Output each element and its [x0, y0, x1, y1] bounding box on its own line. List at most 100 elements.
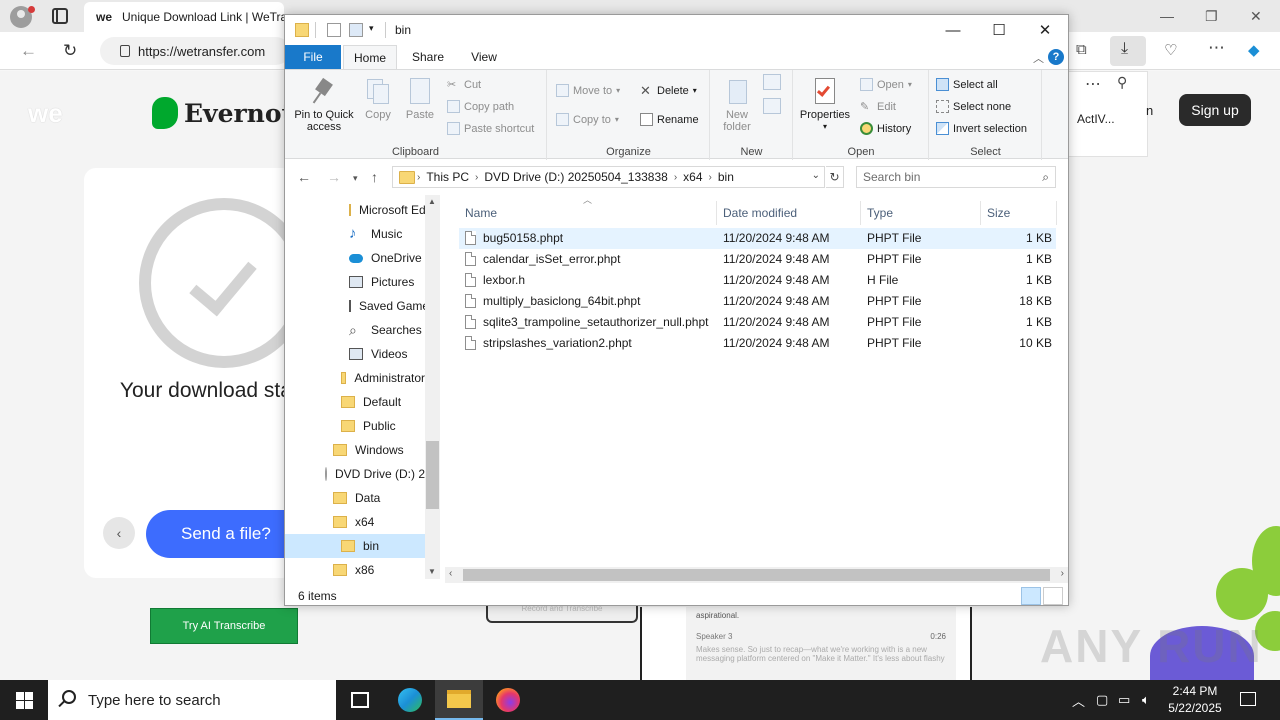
explorer-taskbar-button[interactable]	[435, 680, 483, 720]
collections-icon[interactable]: ⧉	[1076, 41, 1087, 58]
recent-locations-icon[interactable]: ▾	[353, 173, 358, 184]
nav-scroll-thumb[interactable]	[426, 441, 439, 509]
copy-path-button[interactable]: Copy path	[447, 100, 514, 113]
address-bar[interactable]: https://wetransfer.com	[100, 37, 290, 65]
browser-tab[interactable]: we Unique Download Link | WeTransfer	[84, 2, 284, 32]
browser-restore-icon[interactable]: ❐	[1205, 8, 1218, 25]
nav-item[interactable]: OneDrive	[285, 246, 425, 270]
open-button[interactable]: Open ▾	[860, 78, 912, 91]
properties-button[interactable]: Properties ▾	[798, 76, 852, 133]
column-size[interactable]: Size	[981, 201, 1057, 225]
tab-file[interactable]: File	[285, 45, 341, 69]
send-file-button[interactable]: Send a file?	[146, 510, 306, 558]
network-icon[interactable]: ▭	[1118, 680, 1130, 720]
browser-close-icon[interactable]: ✕	[1250, 8, 1262, 25]
downloads-button[interactable]: ⤓	[1110, 36, 1146, 66]
tab-view[interactable]: View	[461, 45, 507, 69]
new-folder-quick-icon[interactable]	[349, 23, 363, 37]
history-button[interactable]: History	[860, 122, 911, 135]
copilot-icon[interactable]: ◆	[1248, 41, 1260, 59]
breadcrumb-x64[interactable]: x64	[679, 170, 706, 184]
rename-button[interactable]: Rename	[640, 113, 699, 126]
nav-item[interactable]: Data	[285, 486, 425, 510]
nav-item[interactable]: Windows	[285, 438, 425, 462]
column-date-modified[interactable]: Date modified	[717, 201, 861, 225]
tab-home[interactable]: Home	[343, 45, 397, 69]
notifications-icon[interactable]	[1240, 692, 1256, 706]
tab-actions-icon[interactable]	[52, 8, 68, 24]
back-icon[interactable]: ←	[20, 41, 37, 61]
up-arrow-icon[interactable]: ↑	[371, 169, 378, 185]
nav-item[interactable]: ♪ Music	[285, 222, 425, 246]
paste-button[interactable]: Paste	[403, 76, 437, 121]
column-name[interactable]: Name	[459, 201, 717, 225]
move-to-button[interactable]: Move to ▾	[556, 84, 620, 97]
close-button[interactable]: ✕	[1022, 15, 1068, 45]
maximize-button[interactable]: ☐	[976, 15, 1022, 45]
task-view-button[interactable]	[336, 680, 384, 720]
nav-item[interactable]: Videos	[285, 342, 425, 366]
copy-button[interactable]: Copy	[361, 76, 395, 121]
nav-item[interactable]: x64	[285, 510, 425, 534]
nav-item[interactable]: bin	[285, 534, 425, 558]
taskbar-search[interactable]: Type here to search	[48, 680, 336, 720]
nav-item[interactable]: ⌕ Searches	[285, 318, 425, 342]
path-bar[interactable]: › This PC › DVD Drive (D:) 20250504_1338…	[392, 166, 825, 188]
select-all-button[interactable]: Select all	[936, 78, 998, 91]
help-icon[interactable]: ?	[1048, 49, 1064, 65]
nav-item[interactable]: Microsoft Edge	[285, 198, 439, 222]
file-row[interactable]: sqlite3_trampoline_setauthorizer_null.ph…	[459, 312, 1056, 333]
breadcrumb-dvd-drive[interactable]: DVD Drive (D:) 20250504_133838	[480, 170, 671, 184]
cut-button[interactable]: ✂ Cut	[447, 78, 481, 92]
pin-icon[interactable]: ⚲	[1117, 74, 1127, 91]
file-row[interactable]: lexbor.h 11/20/2024 9:48 AM H File 1 KB	[459, 270, 1056, 291]
easy-access-icon[interactable]	[763, 98, 781, 114]
new-item-icon[interactable]	[763, 74, 781, 90]
back-arrow-button[interactable]: ‹	[103, 517, 135, 549]
pin-quick-access-button[interactable]: Pin to Quick access	[291, 76, 357, 133]
file-row[interactable]: bug50158.phpt 11/20/2024 9:48 AM PHPT File…	[459, 228, 1056, 249]
edge-taskbar-button[interactable]	[386, 680, 434, 720]
invert-selection-button[interactable]: Invert selection	[936, 122, 1027, 135]
file-row[interactable]: calendar_isSet_error.phpt 11/20/2024 9:48…	[459, 249, 1056, 270]
nav-scrollbar[interactable]: ▲ ▼	[425, 195, 440, 579]
collapse-ribbon-icon[interactable]: ︿	[1033, 50, 1044, 66]
large-icons-view-button[interactable]	[1043, 587, 1063, 605]
show-hidden-icons[interactable]: ︿	[1072, 680, 1085, 720]
breadcrumb-this-pc[interactable]: This PC	[422, 170, 473, 184]
more-icon[interactable]: ⋯	[1208, 38, 1225, 58]
browser-essentials-icon[interactable]: ♡	[1164, 41, 1177, 59]
nav-item[interactable]: Public	[285, 414, 425, 438]
column-type[interactable]: Type	[861, 201, 981, 225]
refresh-button[interactable]: ↻	[826, 166, 844, 188]
more-options-icon[interactable]: ⋯	[1085, 74, 1101, 94]
nav-item[interactable]: Administrator	[285, 366, 425, 390]
edit-button[interactable]: ✎ Edit	[860, 100, 896, 114]
back-arrow-icon[interactable]: ←	[297, 169, 311, 185]
copy-to-button[interactable]: Copy to ▾	[556, 113, 619, 126]
tab-share[interactable]: Share	[405, 45, 451, 69]
wetransfer-logo[interactable]: we	[28, 98, 63, 129]
horizontal-scrollbar[interactable]: ‹ ›	[445, 567, 1068, 583]
file-row[interactable]: stripslashes_variation2.phpt 11/20/2024 9…	[459, 333, 1056, 354]
paste-shortcut-button[interactable]: Paste shortcut	[447, 122, 534, 135]
breadcrumb-bin[interactable]: bin	[714, 170, 738, 184]
select-none-button[interactable]: Select none	[936, 100, 1011, 113]
refresh-icon[interactable]: ↻	[63, 41, 77, 61]
file-row[interactable]: multiply_basiclong_64bit.phpt 11/20/2024 …	[459, 291, 1056, 312]
details-view-button[interactable]	[1021, 587, 1041, 605]
properties-quick-icon[interactable]	[327, 23, 341, 37]
path-dropdown-icon[interactable]: ⌄	[812, 170, 820, 181]
nav-item[interactable]: x86	[285, 558, 425, 579]
new-folder-button[interactable]: New folder	[715, 76, 759, 133]
browser-minimize-icon[interactable]: —	[1160, 8, 1174, 24]
try-ai-transcribe-button[interactable]: Try AI Transcribe	[150, 608, 298, 644]
clock[interactable]: 2:44 PM 5/22/2025	[1160, 683, 1230, 717]
forward-arrow-icon[interactable]: →	[327, 169, 341, 185]
search-input[interactable]: Search bin ⌕	[856, 166, 1056, 188]
nav-item[interactable]: Pictures	[285, 270, 425, 294]
firefox-taskbar-button[interactable]	[484, 680, 532, 720]
delete-button[interactable]: ✕ Delete ▾	[640, 84, 697, 97]
nav-item[interactable]: Saved Games	[285, 294, 435, 318]
volume-icon[interactable]: 🔈︎	[1142, 680, 1150, 720]
